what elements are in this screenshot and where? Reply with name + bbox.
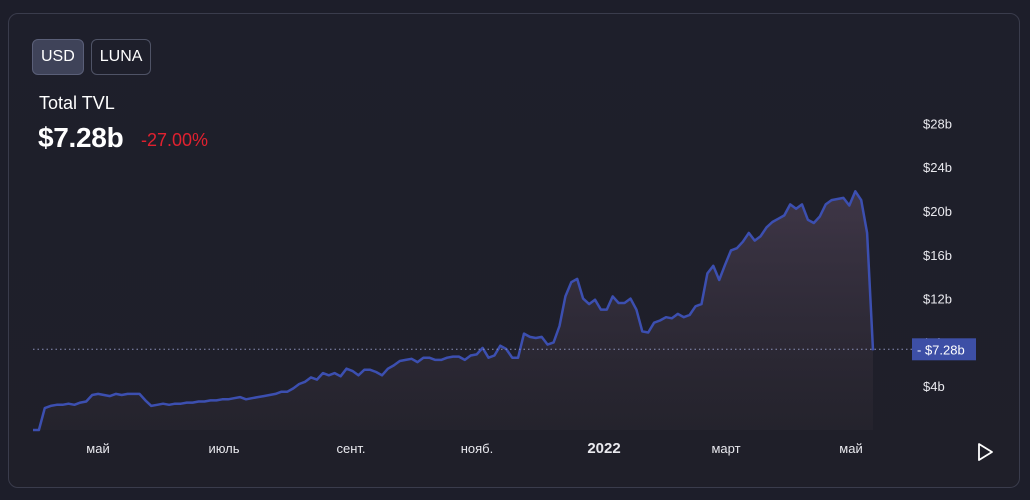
play-icon[interactable] xyxy=(975,442,995,462)
y-tick-label: $20b xyxy=(923,204,952,219)
x-tick-label: сент. xyxy=(336,441,365,456)
y-tick-label: $16b xyxy=(923,248,952,263)
x-tick-label: июль xyxy=(208,441,239,456)
y-tick-label: $12b xyxy=(923,292,952,307)
current-value-label: - $7.28b xyxy=(917,342,965,357)
tvl-chart: $4b$8b$12b$16b$20b$24b$28b майиюльсент.н… xyxy=(33,116,976,457)
y-tick-label: $4b xyxy=(923,379,945,394)
x-tick-label: май xyxy=(839,441,862,456)
y-tick-label: $24b xyxy=(923,160,952,175)
x-tick-label: нояб. xyxy=(461,441,494,456)
x-tick-label: 2022 xyxy=(587,440,620,457)
x-tick-label: май xyxy=(86,441,109,456)
y-tick-label: $28b xyxy=(923,116,952,131)
x-tick-label: март xyxy=(711,441,740,456)
tvl-area xyxy=(33,191,873,430)
